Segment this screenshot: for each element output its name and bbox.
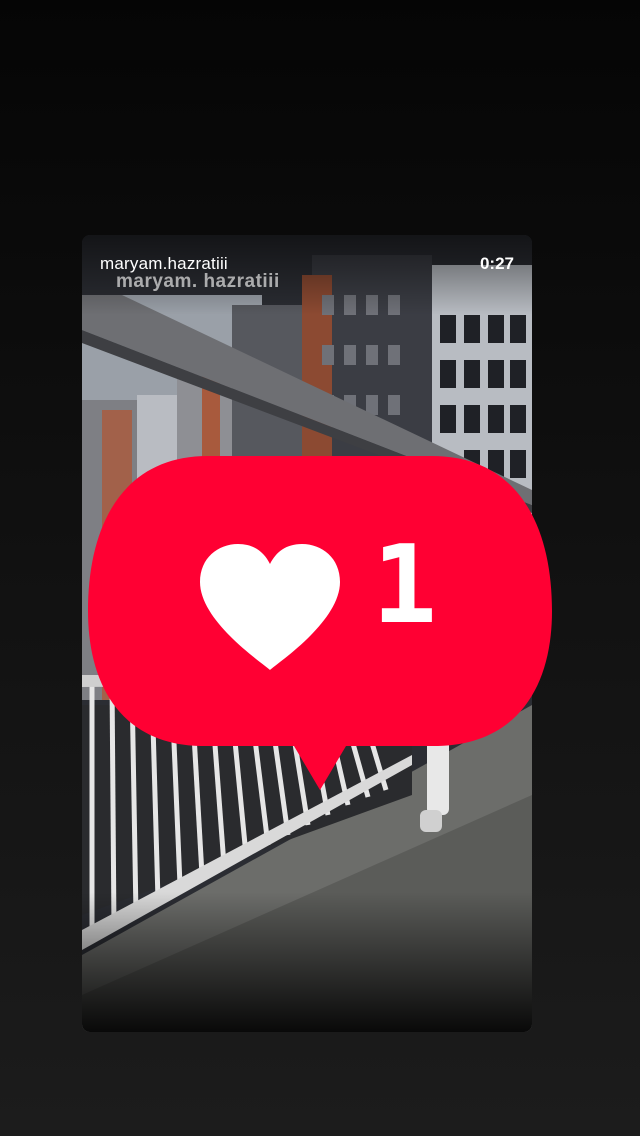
story-timer: 0:27 <box>479 254 514 273</box>
video-watermark: maryam. hazratiii <box>116 271 280 292</box>
like-count: 1 <box>372 523 438 648</box>
story-screen: maryam.hazratiii maryam. hazratiii 0:27 … <box>0 0 640 1136</box>
bottom-gradient <box>82 892 532 1032</box>
like-notification-bubble: 1 <box>88 456 552 792</box>
heart-icon <box>200 544 340 670</box>
